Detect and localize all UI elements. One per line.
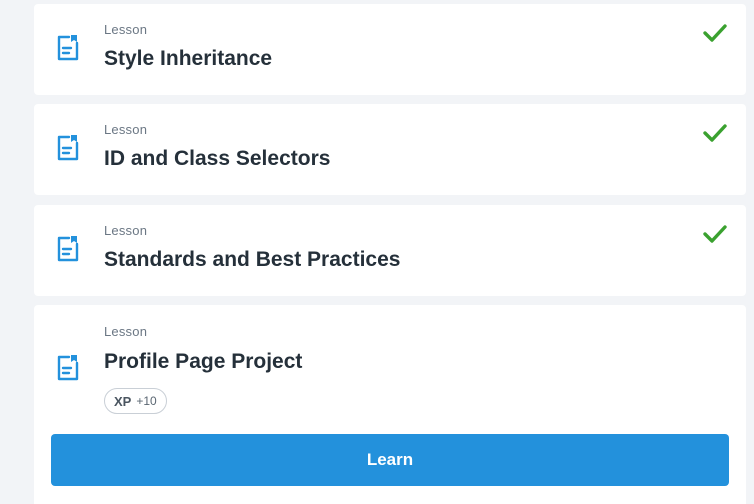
lesson-card-standards-best-practices[interactable]: Lesson Standards and Best Practices: [34, 205, 746, 296]
lesson-kicker: Lesson: [104, 22, 148, 37]
learn-button[interactable]: Learn: [51, 434, 729, 486]
lesson-document-icon: [56, 34, 80, 62]
lesson-title[interactable]: Style Inheritance: [104, 47, 272, 71]
completed-check-icon: [702, 22, 728, 44]
lesson-document-icon: [56, 134, 80, 162]
xp-badge: XP +10: [104, 388, 167, 414]
lesson-kicker: Lesson: [104, 324, 148, 339]
completed-check-icon: [702, 223, 728, 245]
xp-label: XP: [114, 393, 132, 409]
lesson-kicker: Lesson: [104, 122, 148, 137]
lesson-kicker: Lesson: [104, 223, 148, 238]
lesson-document-icon: [56, 235, 80, 263]
lesson-title[interactable]: Standards and Best Practices: [104, 248, 400, 272]
lesson-document-icon: [56, 354, 80, 382]
lesson-card-style-inheritance[interactable]: Lesson Style Inheritance: [34, 4, 746, 95]
lesson-card-id-class-selectors[interactable]: Lesson ID and Class Selectors: [34, 104, 746, 195]
xp-value: +10: [136, 394, 157, 408]
lesson-title[interactable]: ID and Class Selectors: [104, 147, 330, 171]
completed-check-icon: [702, 122, 728, 144]
lesson-title[interactable]: Profile Page Project: [104, 350, 302, 374]
lesson-card-profile-page-project: Lesson Profile Page Project XP +10 Learn: [34, 305, 746, 504]
